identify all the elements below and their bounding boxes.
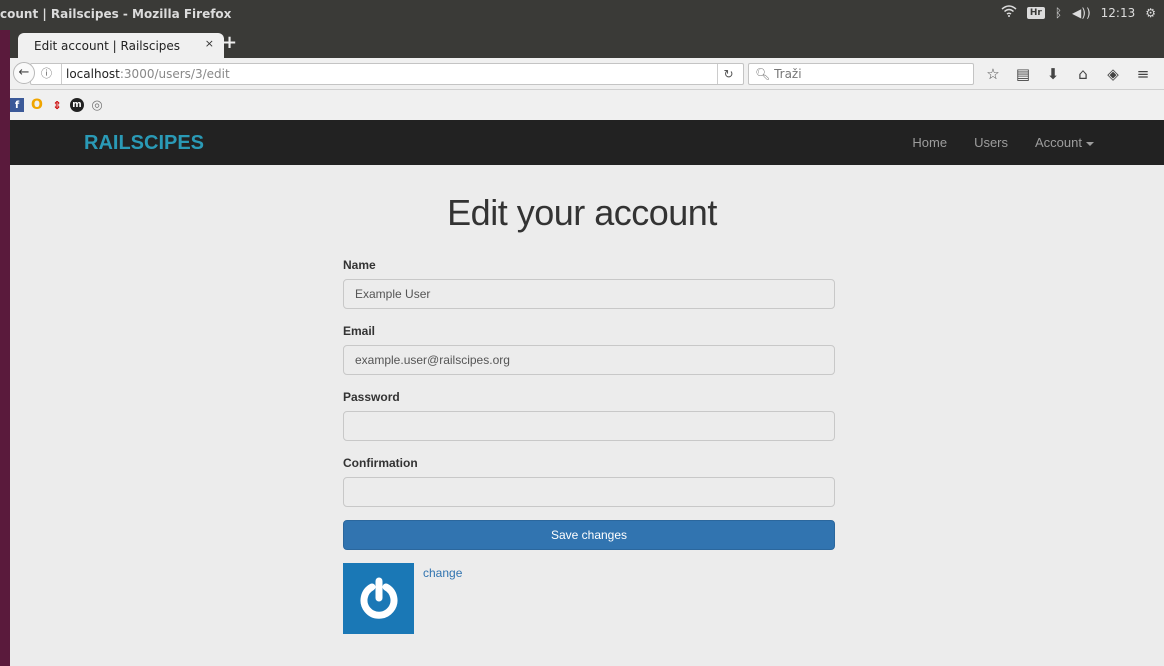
change-gravatar-link[interactable]: change <box>423 566 462 580</box>
opera-bookmark-icon[interactable]: O <box>30 97 44 113</box>
reading-list-icon[interactable]: ▤ <box>1008 63 1038 85</box>
web-page: RAILSCIPES Home Users Account Edit your … <box>10 120 1164 666</box>
download-icon[interactable]: ⬇ <box>1038 63 1068 85</box>
url-bar[interactable]: ⓘ localhost:3000/users/3/edit ↻ <box>30 63 744 85</box>
pocket-icon[interactable]: ◈ <box>1098 63 1128 85</box>
tab-strip: Edit account | Railscipes × + <box>10 30 1164 58</box>
url-path: :3000/users/3/edit <box>119 67 230 81</box>
settings-gear-icon[interactable]: ⚙ <box>1145 6 1156 20</box>
bookmark-star-icon[interactable]: ☆ <box>978 63 1008 85</box>
site-navbar: RAILSCIPES Home Users Account <box>10 120 1164 165</box>
site-info-icon[interactable]: ⓘ <box>41 64 52 84</box>
facebook-bookmark-icon[interactable]: f <box>10 98 24 112</box>
password-field[interactable] <box>343 411 835 441</box>
clock[interactable]: 12:13 <box>1101 6 1136 20</box>
menu-hamburger-icon[interactable]: ≡ <box>1128 63 1158 85</box>
tab-edit-account[interactable]: Edit account | Railscipes × <box>18 33 224 58</box>
nav-account-dropdown[interactable]: Account <box>1035 135 1094 150</box>
url-host: localhost <box>66 67 120 81</box>
brand-logo[interactable]: RAILSCIPES <box>84 132 204 155</box>
os-top-bar: count | Railscipes - Mozilla Firefox Hr … <box>0 0 1164 30</box>
tab-title: Edit account | Railscipes <box>34 38 181 53</box>
toolbar-icons: ☆ ▤ ⬇ ⌂ ◈ ≡ <box>978 63 1158 85</box>
nav-users-link[interactable]: Users <box>974 135 1008 150</box>
search-bar[interactable]: 🔍︎ Traži <box>748 63 974 85</box>
globe-bookmark-icon[interactable]: ◎ <box>90 98 104 113</box>
search-icon: 🔍︎ <box>755 67 771 81</box>
bluetooth-icon[interactable]: ᛒ <box>1055 6 1062 20</box>
tab-close-icon[interactable]: × <box>205 37 214 50</box>
page-title: Edit your account <box>447 192 717 233</box>
bookmarks-toolbar: f O ⇕ m ◎ <box>10 90 1164 120</box>
nav-links: Home Users Account <box>885 120 1164 165</box>
browser-toolbar: ⓘ localhost:3000/users/3/edit ↻ ← 🔍︎ Tra… <box>10 58 1164 90</box>
name-field[interactable]: Example User <box>343 279 835 309</box>
save-changes-button[interactable]: Save changes <box>343 520 835 550</box>
gravatar-avatar <box>343 563 414 634</box>
arrows-bookmark-icon[interactable]: ⇕ <box>50 98 64 112</box>
confirmation-field[interactable] <box>343 477 835 507</box>
nav-home-link[interactable]: Home <box>912 135 947 150</box>
nav-account-label: Account <box>1035 135 1082 150</box>
search-placeholder: Traži <box>774 67 802 81</box>
reload-icon[interactable]: ↻ <box>717 64 739 84</box>
system-tray: Hr ᛒ ◀)) 12:13 ⚙ <box>1001 5 1156 20</box>
wifi-icon[interactable] <box>1001 5 1017 20</box>
name-label: Name <box>343 258 376 272</box>
confirmation-label: Confirmation <box>343 456 418 470</box>
volume-icon[interactable]: ◀)) <box>1072 6 1091 20</box>
window-title: count | Railscipes - Mozilla Firefox <box>0 7 232 21</box>
back-button[interactable]: ← <box>13 62 35 84</box>
email-label: Email <box>343 324 376 338</box>
new-tab-button[interactable]: + <box>222 32 237 53</box>
m-bookmark-icon[interactable]: m <box>70 98 84 112</box>
home-icon[interactable]: ⌂ <box>1068 63 1098 85</box>
gravatar-power-icon <box>360 577 397 619</box>
url-text[interactable]: localhost:3000/users/3/edit <box>61 64 230 84</box>
keyboard-layout-badge[interactable]: Hr <box>1026 6 1045 19</box>
window-edge <box>0 0 10 666</box>
email-field[interactable]: example.user@railscipes.org <box>343 345 835 375</box>
caret-down-icon <box>1086 141 1094 146</box>
password-label: Password <box>343 390 400 404</box>
